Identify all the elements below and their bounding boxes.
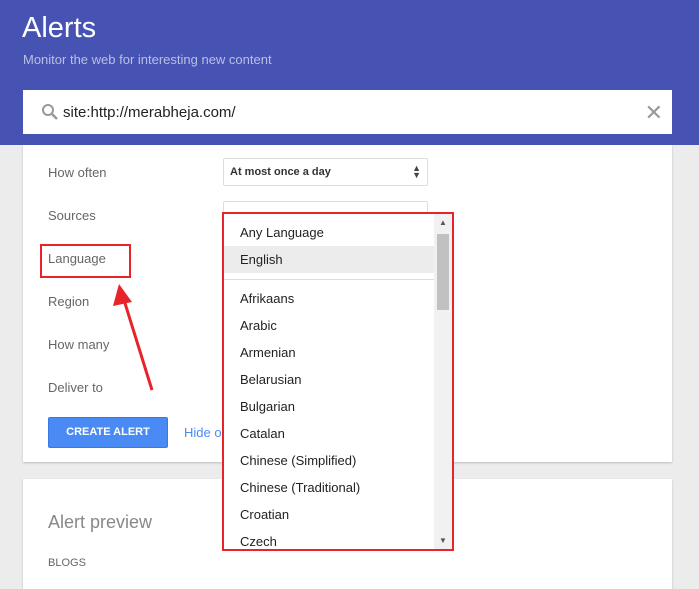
language-option[interactable]: Croatian — [224, 501, 452, 528]
clear-icon[interactable]: ✕ — [645, 100, 663, 126]
deliver-to-label: Deliver to — [48, 380, 103, 395]
updown-icon: ▲ ▼ — [412, 163, 421, 180]
how-often-value: At most once a day — [230, 166, 331, 178]
language-option[interactable]: Afrikaans — [224, 285, 452, 312]
preview-section-blogs: BLOGS — [48, 557, 86, 569]
page-subtitle: Monitor the web for interesting new cont… — [23, 52, 272, 67]
language-option[interactable]: Armenian — [224, 339, 452, 366]
language-option[interactable]: Any Language — [224, 219, 452, 246]
annotation-arrow-icon — [113, 284, 154, 391]
region-label: Region — [48, 294, 90, 309]
language-option[interactable]: Czech — [224, 528, 452, 549]
how-often-label: How often — [48, 165, 107, 180]
sources-label: Sources — [48, 208, 96, 223]
search-input[interactable]: site:http://merabheja.com/ — [63, 104, 236, 121]
language-highlight-box — [40, 244, 131, 278]
scrollbar[interactable]: ▲ ▼ — [434, 214, 452, 549]
scroll-up-icon[interactable]: ▲ — [439, 218, 447, 227]
scrollbar-thumb[interactable] — [437, 234, 449, 310]
search-icon — [42, 104, 58, 120]
search-bar[interactable]: site:http://merabheja.com/ ✕ — [23, 90, 672, 134]
language-option[interactable]: Bulgarian — [224, 393, 452, 420]
create-alert-button[interactable]: CREATE ALERT — [48, 417, 168, 448]
language-option[interactable]: Catalan — [224, 420, 452, 447]
language-option[interactable]: Chinese (Simplified) — [224, 447, 452, 474]
language-option[interactable]: Belarusian — [224, 366, 452, 393]
divider — [224, 279, 452, 280]
scroll-down-icon[interactable]: ▼ — [439, 536, 447, 545]
language-option[interactable]: Arabic — [224, 312, 452, 339]
page-title: Alerts — [22, 12, 97, 44]
language-dropdown[interactable]: Any Language English Afrikaans Arabic Ar… — [222, 212, 454, 551]
how-many-label: How many — [48, 337, 110, 352]
language-option[interactable]: Chinese (Traditional) — [224, 474, 452, 501]
how-often-select[interactable]: At most once a day ▲ ▼ — [223, 158, 428, 186]
preview-title: Alert preview — [48, 512, 153, 532]
language-option-selected[interactable]: English — [224, 246, 452, 273]
